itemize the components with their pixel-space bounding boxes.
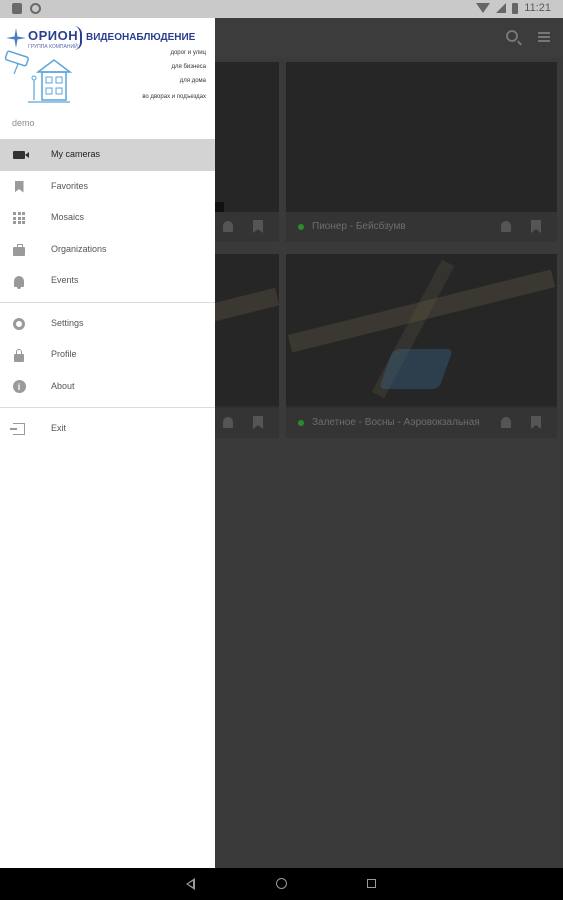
drawer-item-label: Profile bbox=[51, 349, 77, 359]
drawer-item-settings[interactable]: Settings bbox=[0, 308, 215, 340]
navigation-drawer: ОРИОН ГРУППА КОМПАНИЙ ВИДЕОНАБЛЮДЕНИЕ до… bbox=[0, 18, 215, 868]
gear-icon bbox=[12, 317, 26, 331]
sync-icon bbox=[30, 3, 41, 14]
drawer-item-mosaics[interactable]: Mosaics bbox=[0, 202, 215, 234]
drawer-item-label: Mosaics bbox=[51, 212, 85, 222]
battery-icon bbox=[512, 2, 519, 14]
wifi-icon bbox=[476, 3, 491, 13]
drawer-divider bbox=[0, 407, 215, 408]
drawer-item-profile[interactable]: Profile bbox=[0, 339, 215, 371]
sd-card-icon bbox=[12, 3, 22, 14]
bell-icon bbox=[12, 274, 26, 289]
drawer-item-favorites[interactable]: Favorites bbox=[0, 171, 215, 203]
signal-icon bbox=[496, 3, 507, 13]
tagline: для бизнеса bbox=[171, 64, 206, 70]
drawer-item-label: About bbox=[51, 380, 75, 391]
drawer-item-events[interactable]: Events bbox=[0, 265, 215, 297]
drawer-header: ОРИОН ГРУППА КОМПАНИЙ ВИДЕОНАБЛЮДЕНИЕ до… bbox=[0, 18, 215, 131]
info-icon: i bbox=[12, 380, 26, 394]
home-icon[interactable] bbox=[276, 878, 287, 889]
drawer-item-label: My cameras bbox=[51, 149, 101, 159]
drawer-menu: My cameras Favorites Mosaics Organizatio… bbox=[0, 139, 215, 445]
tagline: дорог и улиц bbox=[170, 50, 206, 56]
drawer-item-label: Favorites bbox=[51, 180, 89, 191]
drawer-item-organizations[interactable]: Organizations bbox=[0, 234, 215, 266]
tagline: во дворах и подъездах bbox=[142, 94, 206, 100]
lock-icon bbox=[12, 348, 26, 362]
screen: 11:21 Пионер - Бейсбзумв Залетное - Восн… bbox=[0, 0, 563, 900]
videocam-icon bbox=[12, 148, 29, 162]
drawer-item-exit[interactable]: Exit bbox=[0, 413, 215, 445]
recents-icon[interactable] bbox=[367, 879, 376, 888]
grid-icon bbox=[12, 211, 26, 225]
star-icon bbox=[6, 28, 26, 48]
drawer-divider bbox=[0, 301, 215, 303]
brand-name: ОРИОН bbox=[28, 28, 79, 43]
orion-logo: ОРИОН ГРУППА КОМПАНИЙ ВИДЕОНАБЛЮДЕНИЕ до… bbox=[4, 24, 214, 120]
drawer-item-about[interactable]: i About bbox=[0, 371, 215, 403]
exit-icon bbox=[10, 422, 26, 436]
drawer-item-my-cameras[interactable]: My cameras bbox=[0, 139, 215, 171]
drawer-item-label: Settings bbox=[51, 317, 84, 328]
tagline: для дома bbox=[179, 78, 206, 84]
briefcase-icon bbox=[12, 243, 26, 257]
status-bar: 11:21 bbox=[0, 0, 563, 18]
bookmark-icon bbox=[12, 180, 26, 194]
status-time: 11:21 bbox=[524, 2, 551, 14]
drawer-scrim[interactable] bbox=[215, 18, 563, 868]
camera-house-illustration bbox=[4, 50, 73, 103]
drawer-item-label: Exit bbox=[51, 423, 67, 433]
drawer-item-label: Events bbox=[51, 275, 79, 285]
back-icon[interactable] bbox=[186, 878, 195, 890]
account-username: demo bbox=[12, 118, 35, 128]
drawer-item-label: Organizations bbox=[51, 243, 107, 254]
brand-headline: ВИДЕОНАБЛЮДЕНИЕ bbox=[86, 32, 196, 43]
system-nav-bar bbox=[0, 868, 563, 900]
